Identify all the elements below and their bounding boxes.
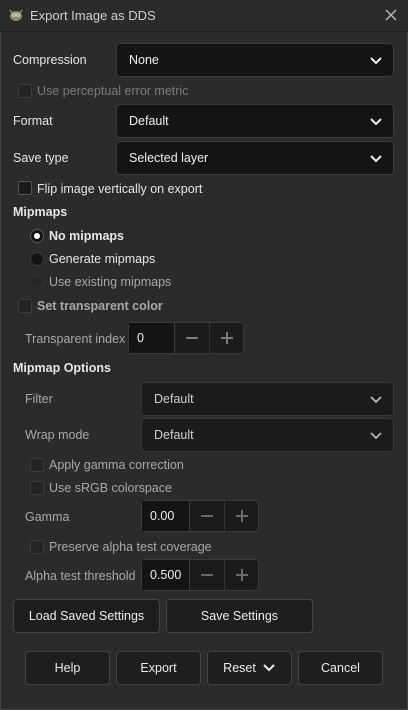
use-existing-mipmaps-radio[interactable] [30, 275, 44, 289]
alpha-threshold-spinner[interactable]: 0.500 [141, 559, 259, 591]
filter-label: Filter [25, 392, 53, 406]
chevron-down-icon [370, 396, 382, 404]
wrap-mode-label: Wrap mode [25, 428, 90, 442]
reset-label: Reset [223, 661, 256, 675]
no-mipmaps-label: No mipmaps [49, 229, 125, 243]
wrap-mode-value: Default [154, 428, 194, 442]
srgb-checkbox[interactable] [30, 481, 44, 495]
plus-icon [235, 569, 248, 581]
chevron-down-icon [370, 57, 382, 65]
format-dropdown[interactable]: Default [116, 104, 394, 138]
format-value: Default [129, 114, 169, 128]
set-transparent-checkbox[interactable] [18, 299, 32, 313]
minus-icon [201, 515, 213, 517]
compression-value: None [129, 53, 159, 67]
close-button[interactable] [380, 6, 402, 26]
alpha-threshold-input[interactable]: 0.500 [142, 560, 190, 590]
flip-label: Flip image vertically on export [37, 182, 203, 196]
filter-value: Default [154, 392, 194, 406]
gamma-correction-label: Apply gamma correction [49, 458, 184, 472]
gimp-icon [9, 9, 23, 21]
generate-mipmaps-label: Generate mipmaps [49, 252, 156, 266]
decrement-button[interactable] [190, 560, 224, 590]
increment-button[interactable] [224, 501, 258, 531]
compression-dropdown[interactable]: None [116, 43, 394, 77]
transparent-index-label: Transparent index [25, 332, 126, 346]
reset-button[interactable]: Reset [207, 651, 292, 685]
wrap-mode-dropdown[interactable]: Default [141, 418, 394, 452]
preserve-alpha-label: Preserve alpha test coverage [49, 540, 212, 554]
use-existing-mipmaps-label: Use existing mipmaps [49, 275, 172, 289]
compression-label: Compression [13, 53, 87, 67]
gamma-label: Gamma [25, 510, 70, 524]
plus-icon [220, 332, 233, 344]
preserve-alpha-checkbox[interactable] [30, 540, 44, 554]
cancel-button[interactable]: Cancel [298, 651, 383, 685]
help-button[interactable]: Help [25, 651, 110, 685]
perceptual-label: Use perceptual error metric [37, 84, 189, 98]
chevron-down-icon [370, 432, 382, 440]
decrement-button[interactable] [175, 323, 209, 353]
close-icon [385, 9, 397, 21]
chevron-down-icon [263, 664, 275, 672]
flip-checkbox[interactable] [18, 181, 32, 195]
save-settings-button[interactable]: Save Settings [166, 599, 313, 633]
save-type-label: Save type [13, 151, 69, 165]
increment-button[interactable] [224, 560, 258, 590]
gamma-input[interactable]: 0.00 [142, 501, 190, 531]
set-transparent-label: Set transparent color [37, 299, 163, 313]
window-title: Export Image as DDS [30, 8, 156, 23]
transparent-index-input[interactable]: 0 [129, 323, 175, 353]
generate-mipmaps-radio[interactable] [30, 252, 44, 266]
no-mipmaps-radio[interactable] [30, 229, 44, 243]
load-saved-settings-button[interactable]: Load Saved Settings [13, 599, 160, 633]
mipmap-options-heading: Mipmap Options [13, 361, 111, 375]
save-type-value: Selected layer [129, 151, 209, 165]
decrement-button[interactable] [190, 501, 224, 531]
transparent-index-spinner[interactable]: 0 [128, 322, 244, 354]
gamma-spinner[interactable]: 0.00 [141, 500, 259, 532]
minus-icon [201, 574, 213, 576]
format-label: Format [13, 114, 53, 128]
increment-button[interactable] [209, 323, 243, 353]
mipmaps-heading: Mipmaps [13, 205, 68, 219]
alpha-threshold-label: Alpha test threshold [25, 569, 136, 583]
chevron-down-icon [370, 155, 382, 163]
export-button[interactable]: Export [116, 651, 201, 685]
srgb-label: Use sRGB colorspace [49, 481, 172, 495]
filter-dropdown[interactable]: Default [141, 382, 394, 416]
perceptual-checkbox[interactable] [18, 84, 32, 98]
plus-icon [235, 510, 248, 522]
save-type-dropdown[interactable]: Selected layer [116, 141, 394, 175]
chevron-down-icon [370, 118, 382, 126]
gamma-correction-checkbox[interactable] [30, 458, 44, 472]
minus-icon [186, 337, 198, 339]
